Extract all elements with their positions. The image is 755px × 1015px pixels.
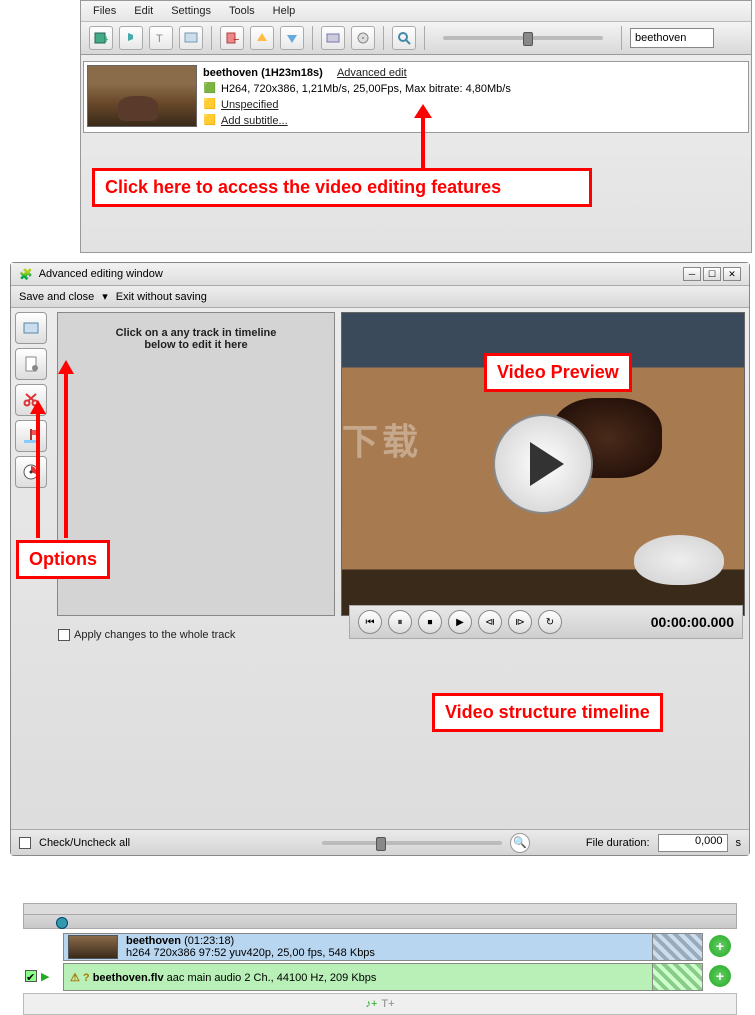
opt-image-button[interactable] [15, 312, 47, 344]
app-icon: 🧩 [19, 268, 33, 281]
file-duration-unit: s [736, 837, 742, 849]
main-toolbar: + T − [81, 22, 751, 55]
video-icon: 🟩 [203, 82, 217, 96]
play-track-icon[interactable]: ▶ [41, 970, 49, 983]
apply-label: Apply changes to the whole track [74, 629, 235, 641]
annotation-preview: Video Preview [484, 353, 632, 392]
check-all-checkbox[interactable] [19, 837, 31, 849]
track-video-name: beethoven [126, 935, 181, 947]
timeline-scrub[interactable] [23, 915, 737, 929]
annotation-options: Options [16, 540, 110, 579]
menu-tools[interactable]: Tools [229, 5, 255, 17]
remove-button[interactable]: − [220, 26, 244, 50]
add-file-button[interactable]: + [89, 26, 113, 50]
track-video-details: h264 720x386 97:52 yuv420p, 25,00 fps, 5… [126, 947, 648, 959]
preview-button[interactable] [392, 26, 416, 50]
menubar: Files Edit Settings Tools Help [81, 1, 751, 22]
step-fwd-button[interactable]: ⧐ [508, 610, 532, 634]
timeline-ruler[interactable] [23, 903, 737, 915]
close-button[interactable]: ✕ [723, 267, 741, 281]
loop-button[interactable]: ↻ [538, 610, 562, 634]
add-audio-button[interactable] [119, 26, 143, 50]
add-audio-track-button[interactable]: + [709, 965, 731, 987]
dropdown-icon[interactable]: ▾ [102, 290, 108, 303]
audio-icon: 🟨 [203, 98, 217, 112]
panel-hint-1: Click on a any track in timeline [66, 327, 326, 339]
warn-icon: ⚠ ? [70, 972, 90, 984]
file-thumbnail [87, 65, 197, 127]
status-bar: Check/Uncheck all 🔍 File duration: 0,000… [11, 829, 749, 855]
check-all-label: Check/Uncheck all [39, 837, 130, 849]
annotation-access: Click here to access the video editing f… [92, 168, 592, 207]
subtitle-icon: 🟨 [203, 114, 217, 128]
menu-help[interactable]: Help [273, 5, 296, 17]
window-title: Advanced editing window [39, 268, 163, 280]
file-duration-label: File duration: [586, 837, 650, 849]
track-audio-details: aac main audio 2 Ch., 44100 Hz, 209 Kbps [167, 972, 377, 984]
save-close-button[interactable]: Save and close [19, 291, 94, 303]
track-audio-name: beethoven.flv [93, 972, 164, 984]
stop-button[interactable]: ⏹ [418, 610, 442, 634]
add-text-button[interactable]: T [149, 26, 173, 50]
minimize-button[interactable]: ─ [683, 267, 701, 281]
settings-button[interactable] [321, 26, 345, 50]
watermark: 安下载 [341, 413, 422, 465]
prev-button[interactable]: ⏮ [358, 610, 382, 634]
exit-button[interactable]: Exit without saving [116, 291, 207, 303]
annotation-timeline: Video structure timeline [432, 693, 663, 732]
track-audio[interactable]: ⚠ ? beethoven.flv aac main audio 2 Ch., … [63, 963, 703, 991]
window-titlebar: 🧩 Advanced editing window ─ ☐ ✕ [11, 263, 749, 286]
empty-track[interactable]: ♪+ T+ [23, 993, 737, 1015]
svg-text:+: + [103, 34, 108, 45]
file-video-info: H264, 720x386, 1,21Mb/s, 25,00Fps, Max b… [221, 81, 511, 97]
track-thumbnail [68, 935, 118, 959]
track-audio-checkbox[interactable]: ✔ [25, 970, 37, 982]
file-duration-value: 0,000 [658, 834, 728, 852]
zoom-slider[interactable] [443, 36, 603, 40]
zoom-slider-bottom[interactable] [322, 841, 502, 845]
menu-edit[interactable]: Edit [134, 5, 153, 17]
apply-checkbox[interactable] [58, 629, 70, 641]
pause-button[interactable]: ⏸ [388, 610, 412, 634]
add-video-track-button[interactable]: + [709, 935, 731, 957]
timecode: 00:00:00.000 [651, 614, 734, 630]
track-video[interactable]: beethoven (01:23:18) h264 720x386 97:52 … [63, 933, 703, 961]
move-down-button[interactable] [280, 26, 304, 50]
track-video-dur: (01:23:18) [184, 935, 234, 947]
svg-text:−: − [233, 34, 239, 45]
move-up-button[interactable] [250, 26, 274, 50]
play-button[interactable]: ▶ [448, 610, 472, 634]
add-text-icon[interactable]: T+ [381, 998, 394, 1010]
svg-text:T: T [156, 33, 163, 45]
maximize-button[interactable]: ☐ [703, 267, 721, 281]
burn-button[interactable] [351, 26, 375, 50]
menu-settings[interactable]: Settings [171, 5, 211, 17]
panel-hint-2: below to edit it here [66, 339, 326, 351]
action-bar: Save and close ▾ Exit without saving [11, 286, 749, 308]
step-back-button[interactable]: ⧏ [478, 610, 502, 634]
search-input[interactable] [630, 28, 714, 48]
play-overlay-button[interactable] [493, 414, 593, 514]
file-title: beethoven (1H23m18s) [203, 65, 323, 81]
add-image-button[interactable] [179, 26, 203, 50]
advanced-edit-link[interactable]: Advanced edit [337, 65, 407, 81]
opt-page-button[interactable] [15, 348, 47, 380]
file-audio-link[interactable]: Unspecified [221, 97, 278, 113]
add-audio-icon[interactable]: ♪+ [365, 998, 377, 1010]
menu-files[interactable]: Files [93, 5, 116, 17]
file-subtitle-link[interactable]: Add subtitle... [221, 113, 288, 129]
zoom-icon[interactable]: 🔍 [510, 833, 530, 853]
